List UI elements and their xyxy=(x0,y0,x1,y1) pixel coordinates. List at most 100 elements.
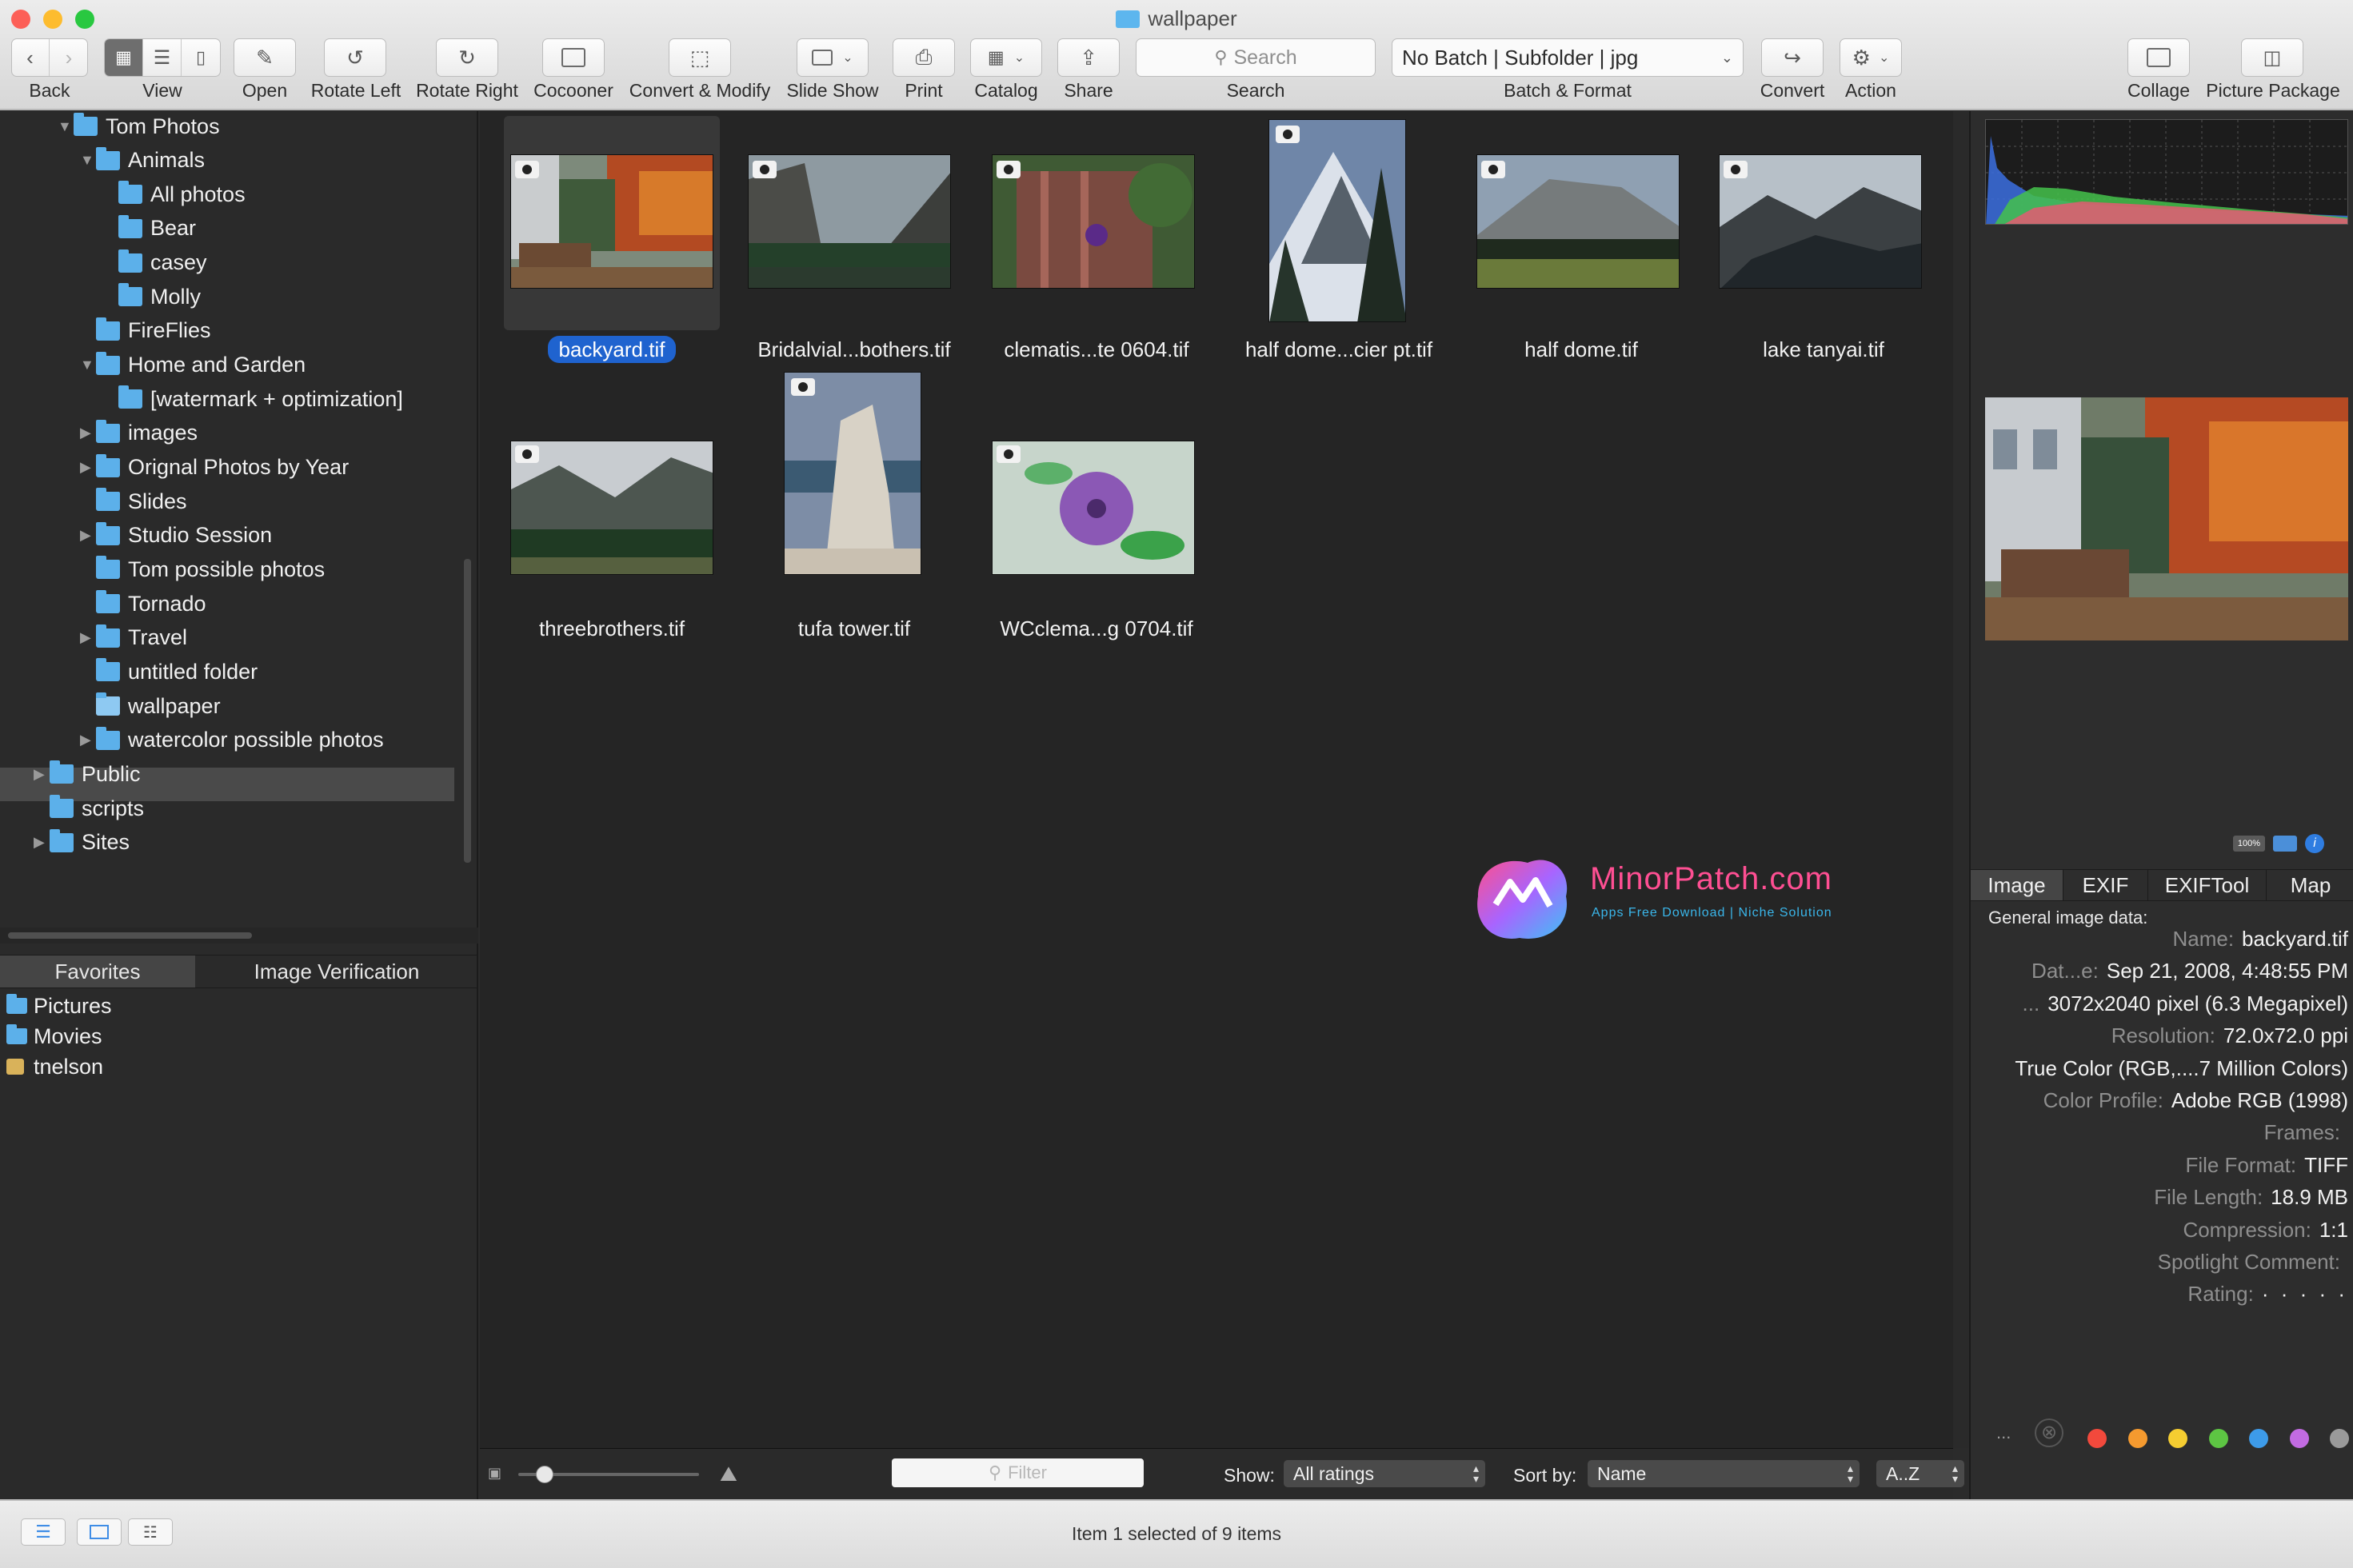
tree-item[interactable]: ▶ Sites xyxy=(34,827,130,859)
view-mode-control[interactable]: ▦ ☰ ▯ xyxy=(104,38,221,77)
tab-image-verification[interactable]: Image Verification xyxy=(195,956,478,987)
favorite-item[interactable]: Movies xyxy=(6,1021,102,1051)
thumbnail-item[interactable]: half dome...cier pt.tif xyxy=(1231,111,1447,361)
tree-item[interactable]: ▶ Travel xyxy=(80,622,187,654)
tree-item[interactable]: Slides xyxy=(80,485,187,517)
tree-item[interactable]: ▶ Studio Session xyxy=(80,520,272,552)
tree-item[interactable]: casey xyxy=(102,247,207,279)
forward-arrow-icon[interactable]: › xyxy=(50,39,88,76)
picture-package-button[interactable]: ◫ xyxy=(2241,38,2303,77)
sidebar-vertical-scrollbar[interactable] xyxy=(461,111,475,927)
histogram-toggle-icon[interactable] xyxy=(2273,836,2297,852)
back-arrow-icon[interactable]: ‹ xyxy=(11,39,50,76)
disclosure-closed-icon[interactable]: ▶ xyxy=(80,425,96,441)
filmstrip-view-icon[interactable]: ▯ xyxy=(182,39,220,76)
tree-item[interactable]: ▶ watercolor possible photos xyxy=(80,724,384,756)
tree-item[interactable]: wallpaper xyxy=(80,690,221,722)
thumbnail-item[interactable]: backyard.tif xyxy=(504,111,720,363)
tree-item[interactable]: Molly xyxy=(102,281,201,313)
info-row: Resolution: 72.0x72.0 ppi xyxy=(1971,1023,2348,1052)
back-forward-control[interactable]: ‹ › xyxy=(11,38,88,77)
main-split-handle[interactable] xyxy=(1953,111,1969,1448)
print-button[interactable]: ⎙ xyxy=(893,38,955,77)
disclosure-closed-icon[interactable]: ▶ xyxy=(80,732,96,748)
tree-item[interactable]: Tom possible photos xyxy=(80,553,325,585)
no-label-icon[interactable]: ⊗ xyxy=(2035,1418,2063,1447)
thumbnail-item[interactable]: Bridalvial...bothers.tif xyxy=(746,111,962,361)
color-label-dot[interactable] xyxy=(2289,1429,2309,1448)
share-button[interactable]: ⇪ xyxy=(1057,38,1120,77)
sort-order-select[interactable]: A..Z ▴ ▾ xyxy=(1876,1460,1964,1487)
tree-item[interactable]: ▼ Tom Photos xyxy=(58,110,220,142)
disclosure-closed-icon[interactable]: ▶ xyxy=(80,459,96,476)
disclosure-closed-icon[interactable]: ▶ xyxy=(80,527,96,544)
info-value[interactable]: · · · · · xyxy=(2262,1282,2348,1306)
disclosure-closed-icon[interactable]: ▶ xyxy=(34,834,50,851)
tree-item[interactable]: Bear xyxy=(102,213,196,245)
tree-item[interactable]: ▶ Public xyxy=(34,758,141,790)
action-button[interactable]: ⚙ ⌄ xyxy=(1840,38,1902,77)
sort-by-select[interactable]: Name ▴ ▾ xyxy=(1588,1460,1860,1487)
color-label-dot[interactable] xyxy=(2168,1429,2187,1448)
tab-exif[interactable]: EXIF xyxy=(2063,870,2148,900)
search-field[interactable]: ⚲ Search xyxy=(1136,38,1376,77)
convert-modify-button[interactable]: ⬚ xyxy=(669,38,731,77)
list-view-icon[interactable]: ☰ xyxy=(143,39,182,76)
show-ratings-select[interactable]: All ratings ▴ ▾ xyxy=(1284,1460,1485,1487)
color-label-dot[interactable] xyxy=(2127,1429,2147,1448)
thumbnail-caption: threebrothers.tif xyxy=(538,616,685,640)
grid-view-icon[interactable]: ▦ xyxy=(105,39,143,76)
disclosure-closed-icon[interactable]: ▶ xyxy=(34,766,50,783)
tab-exiftool[interactable]: EXIFTool xyxy=(2148,870,2267,900)
tree-item[interactable]: ▼ Animals xyxy=(80,145,205,177)
color-label-dot[interactable] xyxy=(2330,1429,2349,1448)
cocooner-button[interactable] xyxy=(542,38,605,77)
tab-map[interactable]: Map xyxy=(2267,870,2353,900)
tab-image[interactable]: Image xyxy=(1971,870,2063,900)
tree-item[interactable]: untitled folder xyxy=(80,656,258,688)
tree-item[interactable]: [watermark + optimization] xyxy=(102,383,403,415)
tree-item[interactable]: ▼ Home and Garden xyxy=(80,349,306,381)
info-icon[interactable]: i xyxy=(2305,834,2324,853)
rotate-right-button[interactable]: ↻ xyxy=(436,38,498,77)
convert-label: Convert xyxy=(1760,80,1825,101)
thumbnail-item[interactable]: WCclema...g 0704.tif xyxy=(989,399,1204,640)
favorite-item[interactable]: Pictures xyxy=(6,991,112,1021)
disclosure-open-icon[interactable]: ▼ xyxy=(58,118,74,135)
catalog-button[interactable]: ▦ ⌄ xyxy=(970,38,1042,77)
scrollbar-thumb[interactable] xyxy=(464,559,471,863)
thumbnail-size-slider[interactable] xyxy=(518,1466,699,1483)
color-label-dot[interactable] xyxy=(2087,1429,2107,1448)
tree-item[interactable]: ▶ images xyxy=(80,417,198,449)
collage-button[interactable] xyxy=(2127,38,2190,77)
tree-item[interactable]: Tornado xyxy=(80,588,206,620)
open-button[interactable]: ✎ xyxy=(234,38,296,77)
color-label-dot[interactable] xyxy=(2208,1429,2228,1448)
tree-item[interactable]: ▶ Orignal Photos by Year xyxy=(80,452,349,484)
thumbnail-item[interactable]: threebrothers.tif xyxy=(504,399,720,640)
disclosure-closed-icon[interactable]: ▶ xyxy=(80,629,96,646)
rotate-left-button[interactable]: ↺ xyxy=(324,38,386,77)
color-label-dot[interactable] xyxy=(2249,1429,2268,1448)
tree-item[interactable]: All photos xyxy=(102,178,246,210)
slider-knob[interactable] xyxy=(536,1466,553,1483)
folder-icon xyxy=(50,760,74,784)
disclosure-open-icon[interactable]: ▼ xyxy=(80,357,96,373)
thumbnail-item[interactable]: half dome.tif xyxy=(1473,111,1689,361)
tree-item[interactable]: FireFlies xyxy=(80,315,211,347)
scrollbar-thumb[interactable] xyxy=(8,932,252,939)
filter-input[interactable]: ⚲ Filter xyxy=(892,1458,1144,1487)
zoom-100-icon[interactable]: 100% xyxy=(2233,836,2265,852)
info-value: 18.9 MB xyxy=(2271,1185,2348,1210)
disclosure-open-icon[interactable]: ▼ xyxy=(80,152,96,169)
batch-format-select[interactable]: No Batch | Subfolder | jpg ⌄ xyxy=(1392,38,1744,77)
sidebar-horizontal-scrollbar[interactable] xyxy=(0,928,478,944)
slide-show-button[interactable]: ⌄ xyxy=(797,38,869,77)
convert-button[interactable]: ↪ xyxy=(1761,38,1824,77)
thumbnail-item[interactable]: tufa tower.tif xyxy=(746,372,962,640)
favorite-item[interactable]: tnelson xyxy=(6,1051,103,1082)
thumbnail-item[interactable]: lake tanyai.tif xyxy=(1716,111,1932,361)
thumbnail-item[interactable]: clematis...te 0604.tif xyxy=(989,111,1204,361)
tree-item[interactable]: scripts xyxy=(34,792,144,824)
tab-favorites[interactable]: Favorites xyxy=(0,956,195,987)
